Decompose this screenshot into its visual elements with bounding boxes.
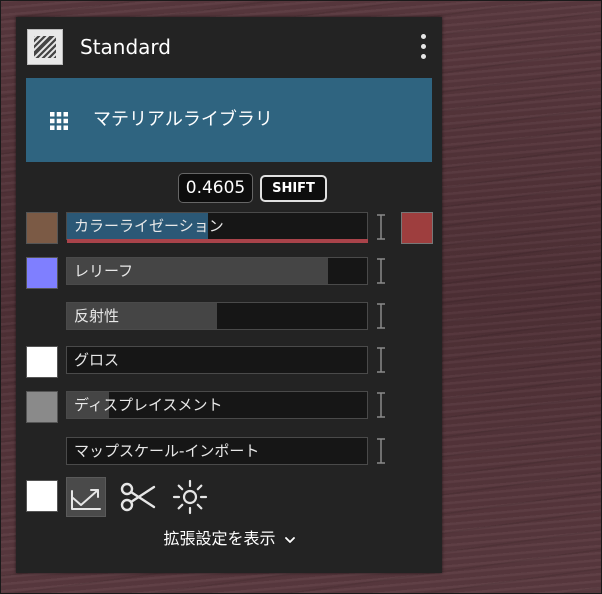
text-cursor-icon[interactable] — [376, 347, 386, 373]
panel-header: Standard — [16, 17, 442, 77]
colorization-slider[interactable]: カラーライゼーション — [66, 212, 368, 240]
text-cursor-icon[interactable] — [376, 214, 386, 240]
slider-label: マップスケール-インポート — [74, 442, 260, 460]
slider-label: カラーライゼーション — [74, 217, 224, 235]
colorization-underline — [67, 239, 368, 243]
reflectivity-slider[interactable]: 反射性 — [66, 302, 368, 330]
kebab-menu-icon[interactable] — [418, 33, 430, 61]
text-cursor-icon[interactable] — [376, 392, 386, 418]
slider-label: グロス — [74, 351, 120, 369]
displacement-swatch[interactable] — [26, 391, 58, 423]
relief-swatch[interactable] — [26, 257, 58, 289]
material-library-label: マテリアルライブラリ — [93, 109, 273, 130]
show-advanced-settings[interactable]: 拡張設定を表示 — [16, 527, 442, 551]
slider-label: ディスプレイスメント — [74, 396, 223, 414]
text-cursor-icon[interactable] — [376, 303, 386, 329]
chevron-down-icon — [284, 536, 295, 543]
displacement-slider[interactable]: ディスプレイスメント — [66, 391, 368, 419]
accent-color-swatch[interactable] — [401, 212, 433, 244]
gloss-swatch[interactable] — [26, 346, 58, 378]
gloss-slider[interactable]: グロス — [66, 346, 368, 374]
colorization-swatch[interactable] — [26, 212, 58, 244]
material-thumbnail-icon[interactable] — [27, 29, 63, 65]
slider-label: 反射性 — [74, 307, 120, 325]
relief-slider[interactable]: レリーフ — [66, 257, 368, 285]
material-library-button[interactable]: マテリアルライブラリ — [26, 78, 432, 162]
emission-swatch[interactable] — [26, 480, 58, 512]
value-readout: 0.4605 — [178, 173, 253, 203]
shift-button[interactable]: SHIFT — [260, 175, 327, 202]
grid-icon — [50, 112, 68, 130]
sun-icon[interactable] — [172, 479, 208, 515]
scissors-icon[interactable] — [120, 481, 156, 513]
uv-map-icon[interactable] — [66, 477, 106, 517]
advanced-settings-label: 拡張設定を表示 — [163, 529, 276, 548]
text-cursor-icon[interactable] — [376, 258, 386, 284]
material-name: Standard — [80, 35, 171, 59]
slider-label: レリーフ — [74, 262, 134, 280]
text-cursor-icon[interactable] — [376, 438, 386, 464]
material-panel: Standard マテリアルライブラリ 0.4605 SHIFT カラーライゼー… — [16, 17, 442, 573]
map-scale-import-field[interactable]: マップスケール-インポート — [66, 437, 368, 465]
